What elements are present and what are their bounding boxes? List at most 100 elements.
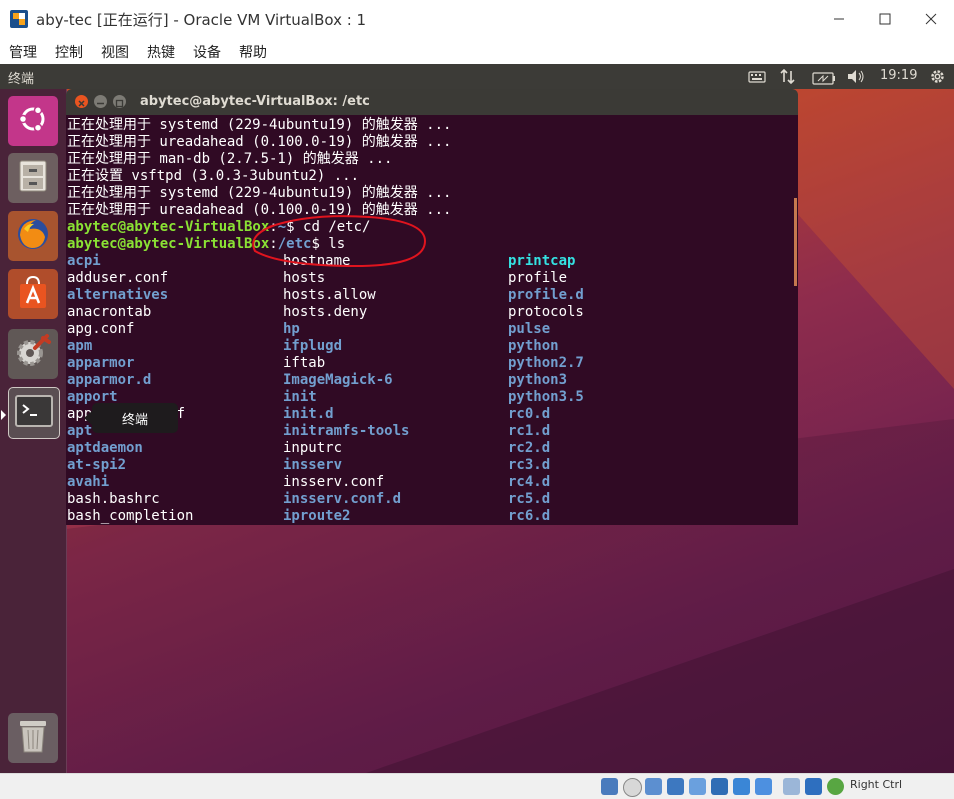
ls-entry: ImageMagick-6: [283, 372, 393, 388]
ls-entry: rc3.d: [508, 457, 551, 473]
virtualbox-logo-icon: [9, 9, 29, 29]
ls-entry: alternatives: [67, 287, 169, 303]
mouse-integration-icon[interactable]: [805, 778, 822, 795]
ls-entry: protocols: [508, 304, 584, 320]
ls-entry: init: [283, 389, 317, 405]
keyboard-icon[interactable]: [748, 69, 766, 88]
ls-entry: avahi: [67, 474, 110, 490]
terminal-maximize-button[interactable]: [113, 95, 126, 108]
ls-entry: python3: [508, 372, 568, 388]
vbox-status-bar: Right Ctrl: [0, 773, 954, 799]
terminal-log-line: 正在设置 vsftpd (3.0.3-3ubuntu2) ...: [67, 168, 360, 184]
annotation-circle: [252, 215, 427, 268]
hard-disk-icon[interactable]: [601, 778, 618, 795]
file-cabinet-icon: [15, 158, 51, 198]
ls-entry: apt: [67, 423, 93, 439]
trash-button[interactable]: [8, 713, 58, 763]
ls-entry: profile: [508, 270, 568, 286]
firefox-button[interactable]: [8, 211, 58, 261]
volume-icon[interactable]: [847, 69, 867, 88]
ls-entry: init.d: [283, 406, 334, 422]
video-capture-icon[interactable]: [755, 778, 772, 795]
trash-icon: [16, 717, 50, 759]
system-settings-button[interactable]: [8, 329, 58, 379]
ls-entry: hp: [283, 321, 300, 337]
ls-entry: at-spi2: [67, 457, 127, 473]
prompt-user: abytec@abytec-VirtualBox: [67, 236, 270, 252]
ls-entry: anacrontab: [67, 304, 152, 320]
files-button[interactable]: [8, 153, 58, 203]
ls-entry: pulse: [508, 321, 551, 337]
active-app-indicator: [1, 410, 6, 420]
ls-entry: adduser.conf: [67, 270, 169, 286]
ls-entry: acpi: [67, 253, 101, 269]
terminal-scrollbar[interactable]: [794, 198, 797, 286]
ls-entry: rc6.d: [508, 508, 551, 524]
ls-entry: iproute2: [283, 508, 351, 524]
settings-gear-icon[interactable]: [929, 68, 946, 89]
ls-entry: python3.5: [508, 389, 584, 405]
window-titlebar: aby-tec [正在运行] - Oracle VM VirtualBox : …: [0, 0, 954, 38]
menu-hotkey[interactable]: 热键: [147, 42, 175, 62]
battery-icon[interactable]: [812, 70, 836, 89]
menu-control[interactable]: 控制: [55, 42, 83, 62]
terminal-log-line: 正在处理用于 ureadahead (0.100.0-19) 的触发器 ...: [67, 134, 452, 150]
ubuntu-dash-button[interactable]: [8, 96, 58, 146]
unity-launcher: [0, 89, 67, 773]
ls-entry: insserv.conf: [283, 474, 385, 490]
ls-entry: rc2.d: [508, 440, 551, 456]
prompt-user: abytec@abytec-VirtualBox: [67, 219, 270, 235]
software-center-button[interactable]: [8, 269, 58, 319]
usb-icon[interactable]: [689, 778, 706, 795]
terminal-close-button[interactable]: [75, 95, 88, 108]
ls-entry: rc1.d: [508, 423, 551, 439]
window-title: aby-tec [正在运行] - Oracle VM VirtualBox : …: [36, 11, 367, 29]
ls-entry: apg.conf: [67, 321, 135, 337]
menu-devices[interactable]: 设备: [193, 42, 221, 62]
terminal-titlebar[interactable]: abytec@abytec-VirtualBox: /etc: [66, 89, 798, 115]
menu-manage[interactable]: 管理: [9, 42, 37, 62]
ls-entry: insserv: [283, 457, 343, 473]
minimize-button[interactable]: [816, 0, 862, 38]
terminal-output[interactable]: 正在处理用于 systemd (229-4ubuntu19) 的触发器 ... …: [66, 115, 798, 525]
ls-entry: rc0.d: [508, 406, 551, 422]
ls-entry: bash_completion: [67, 508, 194, 524]
terminal-log-line: 正在处理用于 man-db (2.7.5-1) 的触发器 ...: [67, 151, 393, 167]
terminal-log-line: 正在处理用于 systemd (229-4ubuntu19) 的触发器 ...: [67, 117, 452, 133]
ls-entry: python2.7: [508, 355, 584, 371]
ls-entry: inputrc: [283, 440, 343, 456]
ls-entry: apparmor.d: [67, 372, 152, 388]
menu-view[interactable]: 视图: [101, 42, 129, 62]
ls-entry: ifplugd: [283, 338, 343, 354]
ls-entry: printcap: [508, 253, 576, 269]
display-icon[interactable]: [733, 778, 750, 795]
close-button[interactable]: [908, 0, 954, 38]
maximize-button[interactable]: [862, 0, 908, 38]
terminal-icon: [14, 393, 54, 433]
optical-drive-icon[interactable]: [623, 778, 642, 797]
launcher-tooltip: 终端: [84, 403, 178, 433]
terminal-launcher-button[interactable]: [8, 387, 60, 439]
ls-entry: rc4.d: [508, 474, 551, 490]
guest-additions-icon[interactable]: [827, 778, 844, 795]
panel-app-title: 终端: [8, 72, 35, 87]
host-key-label: Right Ctrl: [850, 778, 903, 791]
terminal-log-line: 正在处理用于 systemd (229-4ubuntu19) 的触发器 ...: [67, 185, 452, 201]
panel-clock[interactable]: 19:19: [880, 68, 917, 83]
terminal-title: abytec@abytec-VirtualBox: /etc: [140, 94, 370, 109]
ubuntu-logo-icon: [17, 103, 49, 139]
shared-folders-icon[interactable]: [711, 778, 728, 795]
menu-help[interactable]: 帮助: [239, 42, 267, 62]
ls-entry: rc5.d: [508, 491, 551, 507]
terminal-minimize-button[interactable]: [94, 95, 107, 108]
network-adapter-icon[interactable]: [667, 778, 684, 795]
ls-entry: insserv.conf.d: [283, 491, 402, 507]
network-icon[interactable]: [780, 68, 796, 88]
cpu-icon[interactable]: [783, 778, 800, 795]
ls-entry: python: [508, 338, 559, 354]
audio-icon[interactable]: [645, 778, 662, 795]
menu-bar: 管理 控制 视图 热键 设备 帮助: [0, 38, 954, 64]
firefox-icon: [14, 215, 52, 257]
ubuntu-top-panel: 终端 19:19: [0, 64, 954, 89]
ls-entry: apm: [67, 338, 93, 354]
